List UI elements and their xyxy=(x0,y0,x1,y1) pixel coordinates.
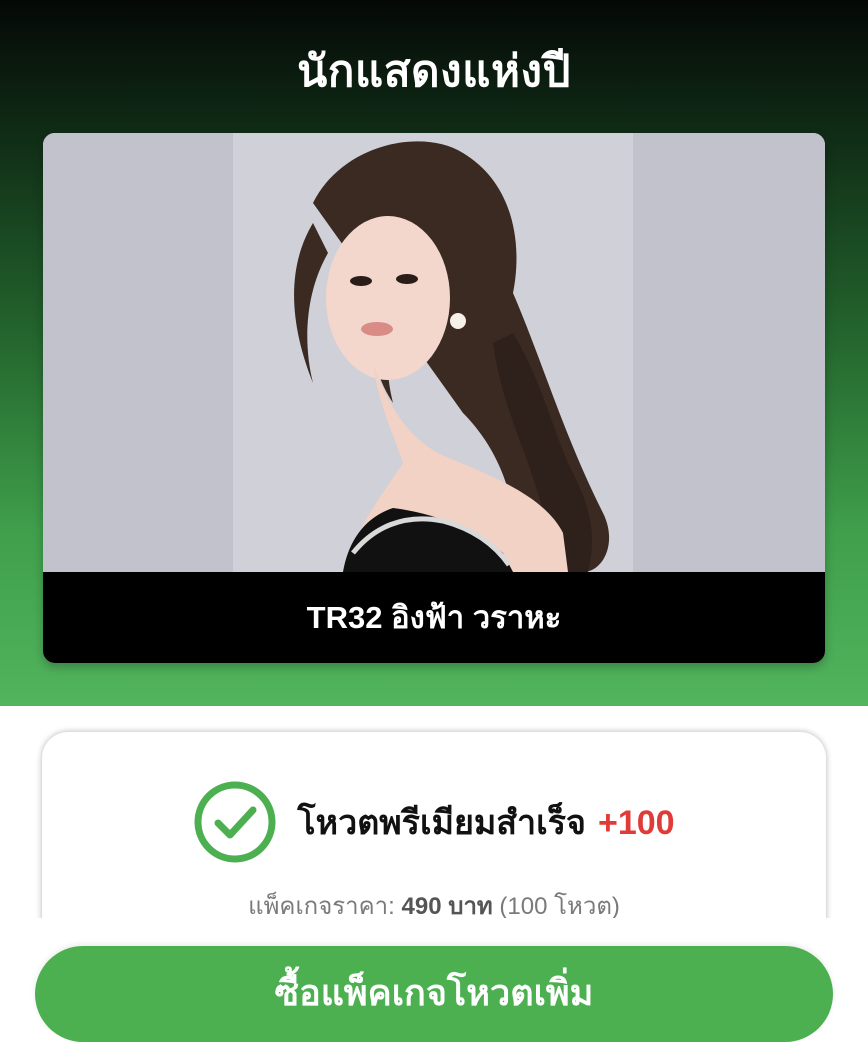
hero-background: นักแสดงแห่งปี TR32 อิงฟ้า วราหะ xyxy=(0,0,868,706)
success-message: โหวตพรีเมียมสำเร็จ +100 xyxy=(297,795,674,849)
votes-added: +100 xyxy=(597,804,675,842)
buy-vote-package-button[interactable]: ซื้อแพ็คเกจโหวตเพิ่ม xyxy=(35,946,833,1042)
package-price: 490 บาท xyxy=(401,893,493,920)
candidate-photo xyxy=(43,133,825,572)
package-votes: (100 โหวต) xyxy=(499,893,620,920)
success-row: โหวตพรีเมียมสำเร็จ +100 xyxy=(42,781,826,863)
candidate-name: TR32 อิงฟ้า วราหะ xyxy=(43,572,825,663)
candidate-card: TR32 อิงฟ้า วราหะ xyxy=(43,133,825,663)
success-text: โหวตพรีเมียมสำเร็จ xyxy=(297,804,586,842)
portrait-illustration xyxy=(43,133,825,572)
package-label: แพ็คเกจราคา: xyxy=(248,893,395,920)
page-title: นักแสดงแห่งปี xyxy=(297,47,571,96)
check-circle-icon xyxy=(194,781,276,863)
